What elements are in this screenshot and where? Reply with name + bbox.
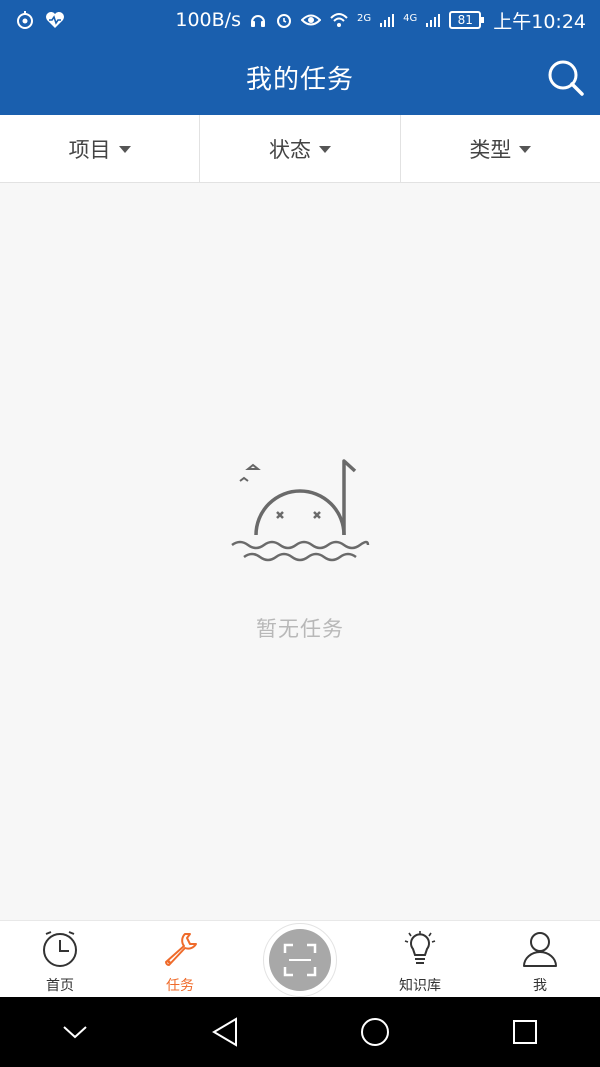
filter-status-dropdown[interactable]: 状态	[200, 115, 401, 182]
search-icon[interactable]	[546, 58, 586, 98]
tab-tasks[interactable]: 任务	[120, 921, 240, 998]
wifi-icon	[330, 13, 348, 27]
nav-recents-button[interactable]	[495, 1002, 555, 1062]
lightbulb-icon	[404, 931, 436, 964]
empty-state-text: 暂无任务	[256, 617, 344, 641]
health-heart-icon	[46, 12, 64, 28]
filter-label: 状态	[268, 137, 311, 162]
tab-home[interactable]: 首页	[0, 921, 120, 998]
tab-label: 我	[533, 978, 547, 994]
scan-button[interactable]	[263, 923, 337, 997]
scan-icon	[283, 943, 317, 977]
user-icon	[523, 932, 557, 967]
tab-knowledge-base[interactable]: 知识库	[360, 921, 480, 998]
alarm-icon	[276, 14, 291, 28]
filter-project-dropdown[interactable]: 项目	[0, 115, 201, 182]
filter-bar: 项目 状态 类型	[0, 115, 600, 183]
tab-label: 任务	[166, 978, 194, 994]
home-circle-icon	[361, 1018, 389, 1046]
network-2g-label: 2G	[356, 12, 372, 24]
title-bar: 我的任务	[0, 40, 600, 115]
network-4g-label: 4G	[403, 12, 418, 24]
status-time: 上午10:24	[493, 10, 586, 33]
caret-down-icon	[318, 146, 331, 153]
filter-type-dropdown[interactable]: 类型	[401, 115, 600, 182]
caret-down-icon	[519, 146, 532, 153]
filter-label: 类型	[469, 137, 512, 162]
empty-state: 暂无任务	[0, 183, 600, 920]
network-speed: 100B/s	[175, 9, 241, 31]
signal-icon	[426, 14, 441, 27]
status-bar-left	[14, 9, 66, 31]
app-notification-icon	[17, 11, 33, 29]
battery-icon: 81	[449, 11, 485, 29]
scan-button-inner	[269, 929, 331, 991]
headphones-icon	[250, 15, 265, 27]
wrench-icon	[165, 933, 197, 966]
nav-home-button[interactable]	[345, 1002, 405, 1062]
tab-label: 知识库	[399, 978, 441, 994]
bottom-tab-bar: 首页 任务 知识库 我	[0, 920, 600, 997]
clock-icon	[43, 931, 77, 967]
scan-tab	[240, 921, 360, 998]
filter-label: 项目	[68, 137, 111, 162]
status-bar: 100B/s 2G 4G 81 上午10:24	[0, 0, 600, 40]
chevron-down-icon	[63, 1026, 87, 1039]
status-bar-right: 100B/s 2G 4G 81 上午10:24	[175, 7, 586, 34]
system-nav-bar	[0, 997, 600, 1067]
tab-label: 首页	[46, 978, 74, 994]
recents-square-icon	[513, 1020, 537, 1044]
eye-icon	[300, 14, 321, 26]
tab-me[interactable]: 我	[480, 921, 600, 998]
empty-whale-illustration	[231, 459, 370, 562]
nav-dropdown-button[interactable]	[45, 1002, 105, 1062]
nav-back-button[interactable]	[195, 1002, 255, 1062]
page-title: 我的任务	[245, 65, 354, 95]
caret-down-icon	[118, 146, 131, 153]
signal-icon	[380, 14, 395, 27]
back-triangle-icon	[212, 1017, 237, 1047]
app-header-area: 100B/s 2G 4G 81 上午10:24 我的任务	[0, 0, 600, 115]
